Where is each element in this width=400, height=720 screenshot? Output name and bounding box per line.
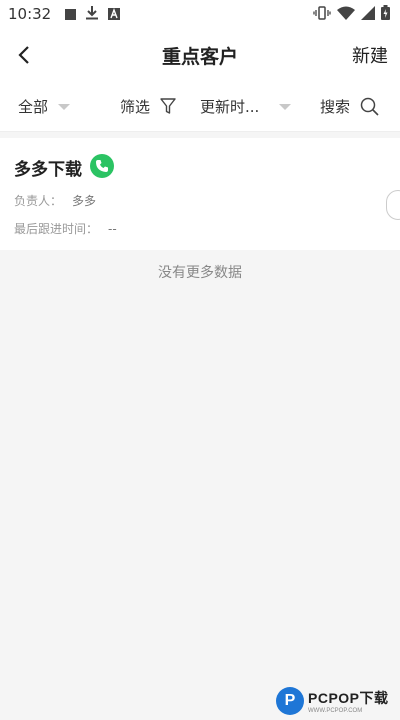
filter-button[interactable]: 筛选 [120,96,176,117]
owner-line: 负责人： 多多 [14,192,96,209]
search-button-label: 搜索 [320,98,351,116]
stop-icon [65,5,77,24]
back-button[interactable] [12,42,36,68]
watermark-sub: WWW.PCPOP.COM [308,708,363,714]
wifi-icon [337,5,355,24]
battery-icon [381,4,390,24]
phone-call-button[interactable] [90,154,114,178]
vibrate-icon [313,5,331,24]
last-follow-label: 最后跟进时间： [14,222,99,236]
watermark-main: PCPOP下载 [308,690,389,706]
site-watermark: P PCPOP下载 WWW.PCPOP.COM [276,684,400,718]
new-button[interactable]: 新建 [352,42,388,68]
download-icon [86,5,99,24]
list-end-text: 没有更多数据 [158,265,242,281]
last-follow-value: -- [108,222,117,236]
page-title: 重点客户 [161,45,238,68]
phone-icon [96,160,108,172]
status-bar: 10:32 [0,0,400,28]
search-button[interactable]: 搜索 [320,96,379,117]
chevron-left-icon [18,46,29,64]
all-dropdown-label: 全部 [18,98,49,116]
funnel-icon [160,98,176,114]
swipe-handle[interactable] [386,190,400,220]
status-system-icons [313,4,390,24]
last-follow-line: 最后跟进时间： -- [14,220,117,237]
filter-bar: 全部 筛选 更新时... 搜索 [0,82,400,132]
filter-button-label: 筛选 [120,98,151,116]
sort-dropdown[interactable]: 更新时... [200,96,292,117]
customer-card[interactable]: 多多下载 负责人： 多多 最后跟进时间： -- [0,138,400,250]
caret-down-icon [58,103,71,110]
caret-down-icon [279,103,292,110]
status-time: 10:32 [8,5,52,23]
a-square-icon [108,5,121,24]
signal-icon [361,5,375,24]
owner-label: 负责人： [14,194,63,208]
all-dropdown[interactable]: 全部 [18,96,71,117]
watermark-text: PCPOP下载 WWW.PCPOP.COM [308,688,389,714]
watermark-logo-icon: P [276,687,304,715]
search-icon [360,97,379,116]
owner-value: 多多 [72,194,97,208]
customer-name: 多多下载 [14,160,82,180]
sort-dropdown-label: 更新时... [200,98,260,116]
app-header: 重点客户 新建 [0,28,400,82]
status-notification-icons [65,5,121,24]
